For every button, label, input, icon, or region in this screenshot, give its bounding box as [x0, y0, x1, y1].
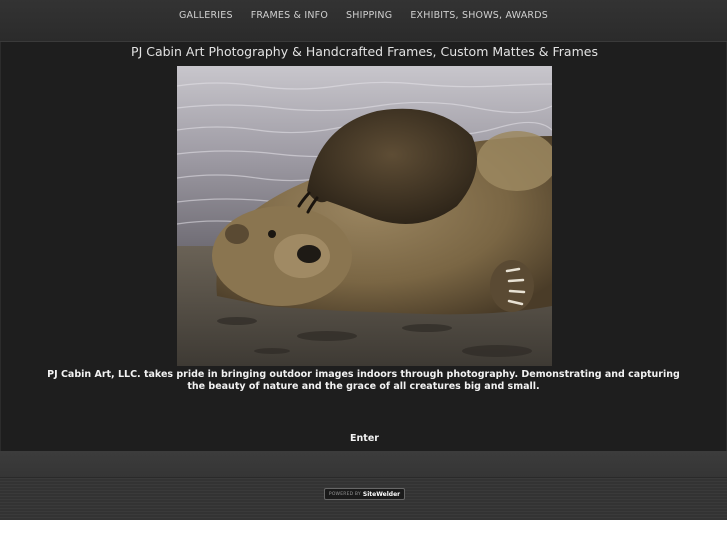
badge-brand: SiteWelder [362, 490, 401, 498]
bear-photo-illustration [177, 66, 552, 366]
nav-galleries[interactable]: GALLERIES [179, 0, 233, 21]
footer: POWERED BY SiteWelder [0, 478, 727, 520]
nav-exhibits-shows-awards[interactable]: EXHIBITS, SHOWS, AWARDS [410, 0, 548, 21]
top-nav: GALLERIES FRAMES & INFO SHIPPING EXHIBIT… [0, 0, 727, 42]
nav-frames-info[interactable]: FRAMES & INFO [251, 0, 328, 21]
main-content: PJ Cabin Art Photography & Handcrafted F… [0, 42, 727, 451]
nav-shipping[interactable]: SHIPPING [346, 0, 392, 21]
powered-by-sitewelder-badge[interactable]: POWERED BY SiteWelder [324, 488, 405, 500]
page: GALLERIES FRAMES & INFO SHIPPING EXHIBIT… [0, 0, 727, 545]
hero-photo-bear [177, 66, 552, 366]
badge-prefix: POWERED BY [328, 491, 361, 497]
footer-strip [0, 451, 727, 478]
page-title: PJ Cabin Art Photography & Handcrafted F… [131, 44, 598, 59]
enter-link[interactable]: Enter [350, 433, 379, 444]
enter-link-wrapper: Enter [1, 426, 727, 445]
intro-text: PJ Cabin Art, LLC. takes pride in bringi… [47, 369, 680, 392]
